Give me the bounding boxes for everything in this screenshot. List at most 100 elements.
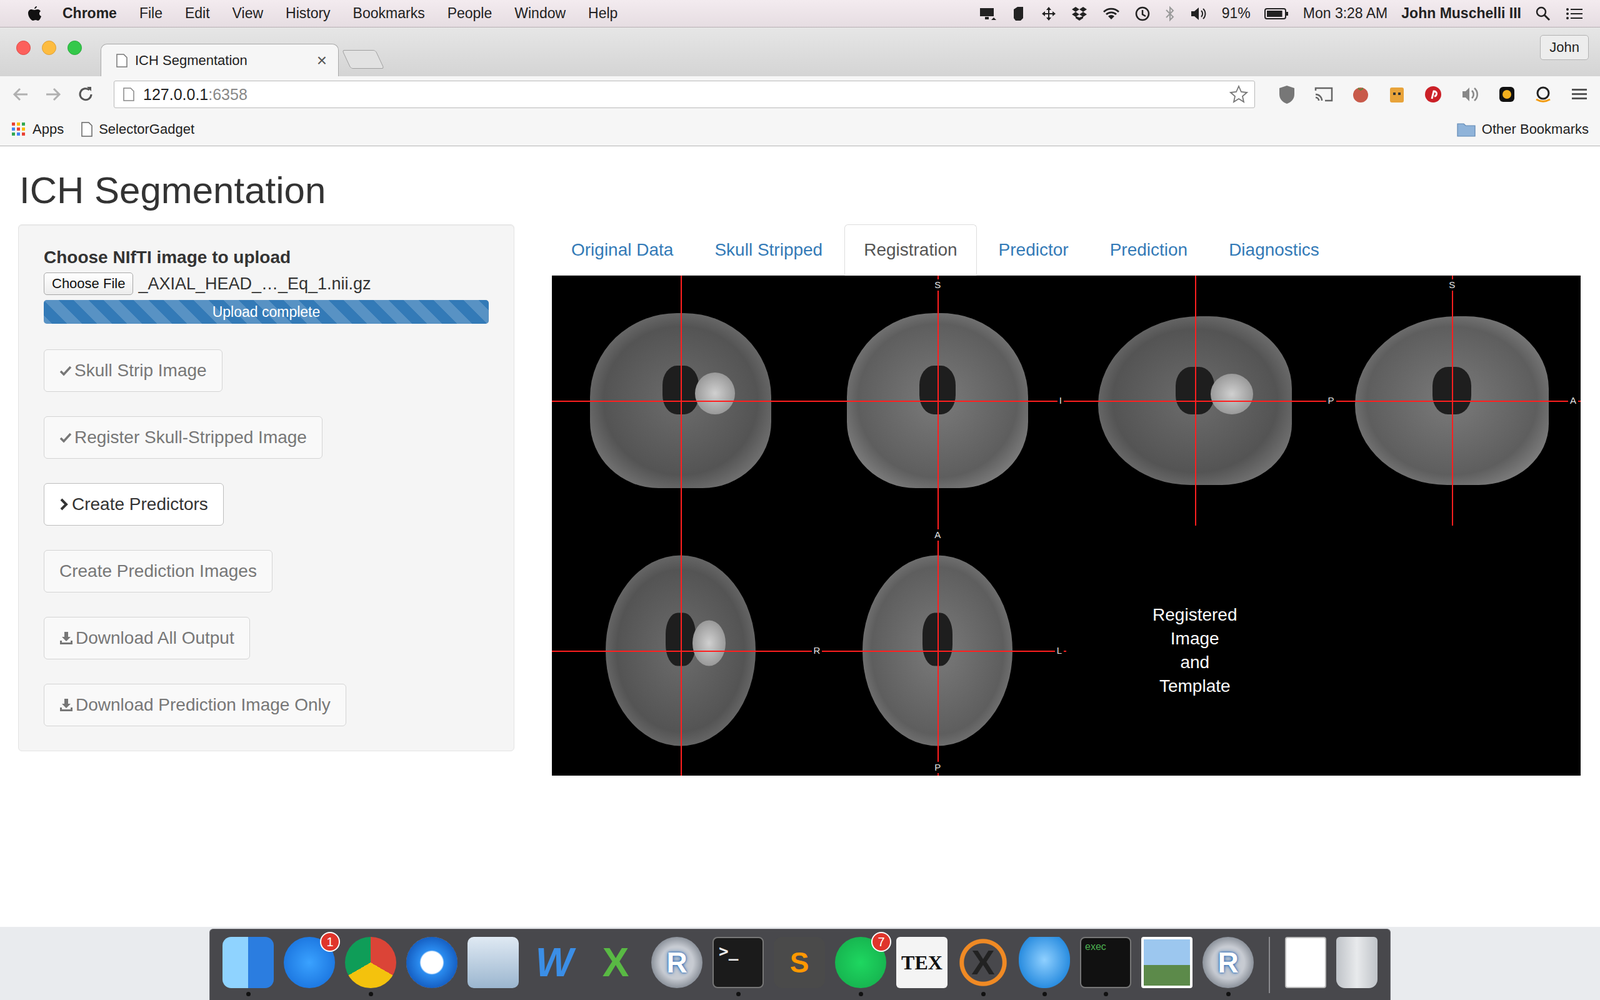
dock-item[interactable]: TEX (896, 936, 948, 997)
bookmark[interactable]: SelectorGadget (81, 121, 195, 138)
search-icon[interactable] (1535, 5, 1552, 22)
rlang-icon[interactable]: R (1202, 936, 1254, 989)
appstore-icon[interactable]: 1 (283, 936, 335, 989)
dock-item[interactable] (1285, 936, 1327, 997)
new-tab-button[interactable] (341, 50, 385, 69)
tab[interactable]: Skull Stripped (695, 224, 842, 276)
tab[interactable]: Registration (844, 224, 977, 276)
cast-icon[interactable] (1313, 85, 1334, 104)
tab[interactable]: Diagnostics (1209, 224, 1339, 276)
wordlogo-icon[interactable]: W (528, 936, 580, 989)
dock-item[interactable]: exec (1080, 936, 1132, 997)
trash-icon[interactable] (1336, 936, 1378, 989)
close-window-button[interactable] (16, 40, 31, 55)
reload-icon[interactable] (76, 85, 95, 104)
dock-item[interactable]: X (957, 936, 1009, 997)
wifi-icon[interactable] (1101, 6, 1121, 22)
user-name[interactable]: John Muschelli III (1401, 5, 1522, 22)
menu-app-name[interactable]: Chrome (62, 5, 117, 22)
xquartz-icon[interactable]: X (957, 936, 1009, 989)
action-button[interactable]: Create Predictors (43, 483, 224, 526)
folder-icon (1456, 121, 1476, 137)
menu-item[interactable]: People (447, 5, 493, 22)
clock[interactable]: Mon 3:28 AM (1303, 5, 1389, 22)
pinterest-icon[interactable] (1423, 85, 1443, 104)
dock-item[interactable]: 7 (835, 936, 887, 997)
safari-icon[interactable] (406, 936, 458, 989)
dock-item[interactable]: 1 (283, 936, 335, 997)
dock-item[interactable] (1336, 936, 1378, 997)
apple-icon[interactable] (27, 5, 42, 22)
tab[interactable]: Original Data (551, 224, 693, 276)
messages-icon[interactable] (1018, 936, 1070, 989)
terminal-icon[interactable]: >_ (712, 936, 764, 989)
running-indicator (430, 991, 435, 997)
spotify-icon[interactable]: 7 (835, 936, 887, 989)
amazon-icon[interactable] (1533, 85, 1553, 104)
choose-file-button[interactable]: Choose File (43, 272, 134, 295)
viewer-pane (551, 525, 810, 776)
battery-icon[interactable] (1264, 6, 1290, 21)
bookmark[interactable]: Apps (11, 121, 64, 138)
dock-item[interactable] (1018, 936, 1070, 997)
zoom-window-button[interactable] (67, 40, 82, 55)
exec-icon[interactable]: exec (1080, 936, 1132, 989)
menu-item[interactable]: Window (514, 5, 566, 22)
url-text[interactable]: 127.0.0.1:6358 (143, 85, 248, 104)
menu-item[interactable]: History (285, 5, 331, 22)
ublock-icon[interactable] (1277, 84, 1297, 105)
display-icon[interactable] (978, 6, 997, 22)
finder-icon[interactable] (222, 936, 274, 989)
back-arrow-icon[interactable] (11, 85, 30, 104)
menu-item[interactable]: Edit (185, 5, 210, 22)
dock-item[interactable] (467, 936, 519, 997)
dock-item[interactable] (345, 936, 397, 997)
evernote-icon[interactable] (1010, 5, 1027, 22)
dock-item[interactable]: R (1202, 936, 1254, 997)
chrome-icon[interactable] (345, 936, 397, 989)
tex-icon[interactable]: TEX (896, 936, 948, 989)
move-icon[interactable] (1040, 5, 1057, 22)
preview3d-icon[interactable] (467, 936, 519, 989)
minimize-window-button[interactable] (41, 40, 57, 55)
forward-arrow-icon[interactable] (43, 85, 63, 104)
dock-item[interactable]: W (528, 936, 580, 997)
time-machine-icon[interactable] (1134, 5, 1151, 22)
close-tab-button[interactable]: × (316, 50, 327, 71)
volume-icon[interactable] (1189, 5, 1209, 22)
xlogo-icon[interactable]: X (590, 936, 642, 989)
menu-item[interactable]: Help (588, 5, 618, 22)
tomato-icon[interactable] (1351, 85, 1370, 104)
address-bar[interactable]: 127.0.0.1:6358 (113, 80, 1255, 109)
menu-item[interactable]: View (232, 5, 264, 22)
bluetooth-icon[interactable] (1164, 5, 1176, 22)
dock-item[interactable] (1141, 936, 1193, 997)
dropbox-icon[interactable] (1070, 5, 1089, 22)
rlang-icon[interactable]: R (651, 936, 703, 989)
tab[interactable]: Prediction (1090, 224, 1208, 276)
dock-item[interactable]: R (651, 936, 703, 997)
dock-item[interactable]: >_ (712, 936, 764, 997)
browser-tab[interactable]: ICH Segmentation× (100, 43, 339, 77)
notification-list-icon[interactable] (1565, 6, 1584, 22)
tab[interactable]: Predictor (979, 224, 1089, 276)
clipper-icon[interactable] (1387, 85, 1407, 104)
photos-icon[interactable] (1141, 936, 1193, 989)
other-bookmarks[interactable]: Other Bookmarks (1456, 121, 1589, 138)
profile-button[interactable]: John (1540, 35, 1589, 60)
status-area: 91% Mon 3:28 AM John Muschelli III (978, 5, 1584, 22)
dock-item[interactable] (222, 936, 274, 997)
menu-item[interactable]: File (139, 5, 163, 22)
extension-e-icon[interactable] (1497, 85, 1517, 104)
battery-percentage[interactable]: 91% (1221, 5, 1251, 22)
star-icon[interactable] (1229, 85, 1249, 104)
dock-item[interactable] (406, 936, 458, 997)
bookmark-label: Other Bookmarks (1481, 121, 1589, 138)
sublime-icon[interactable]: S (773, 936, 825, 989)
file-icon[interactable] (1285, 936, 1327, 989)
dock-item[interactable]: S (773, 936, 825, 997)
audio-icon[interactable] (1460, 85, 1480, 104)
menu-item[interactable]: Bookmarks (353, 5, 425, 22)
dock-item[interactable]: X (590, 936, 642, 997)
menu-icon[interactable] (1570, 85, 1589, 104)
